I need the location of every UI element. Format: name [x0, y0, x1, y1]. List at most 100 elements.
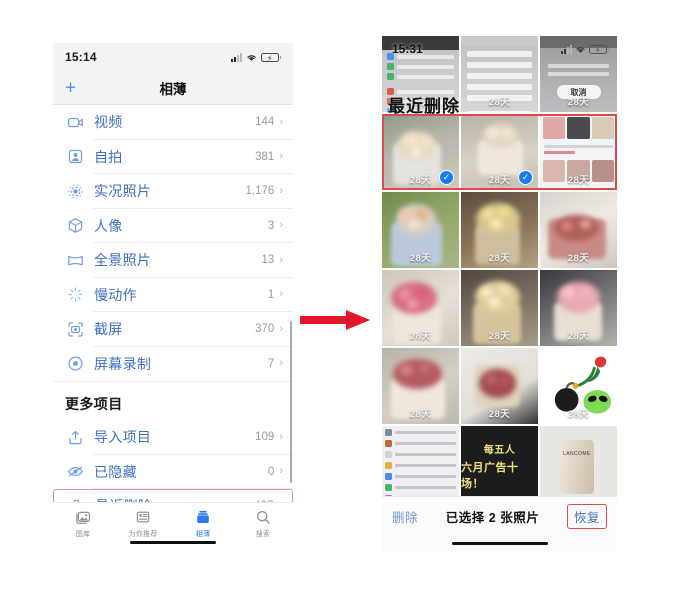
tab-search[interactable]: 搜索 [233, 508, 293, 539]
photo-cell[interactable]: 28天 [382, 192, 459, 268]
recover-button[interactable]: 恢复 [566, 503, 607, 529]
album-row-live-photos[interactable]: 实况照片 1,176 › [53, 174, 293, 209]
search-icon [255, 508, 271, 526]
right-arrow [300, 310, 370, 330]
chevron-right-icon: › [279, 465, 283, 478]
days-remaining-label: 28天 [488, 409, 511, 420]
wifi-icon [575, 45, 586, 54]
cube-portrait-icon [65, 216, 85, 236]
days-remaining-label: 28天 [488, 253, 511, 264]
right-phone-screen: 28天 28天 取消 28天 ✓ 28天 ✓ 28天 28天 28天 28天 2… [382, 36, 617, 552]
days-remaining-label: 28天 [567, 97, 590, 108]
battery-low-power-icon: ⚡ [589, 44, 609, 55]
album-count: 144 [255, 116, 275, 129]
screenshot-icon [65, 319, 85, 339]
status-bar-time: 15:31 [392, 42, 423, 56]
photo-cell[interactable] [382, 426, 459, 502]
right-status-bar: 15:31 ⚡ [382, 36, 617, 62]
tab-label: 图库 [75, 531, 91, 538]
album-label: 慢动作 [94, 286, 137, 303]
photo-cell[interactable]: 28天 [540, 270, 617, 346]
album-row-portrait[interactable]: 人像 3 › [53, 209, 293, 243]
album-label: 视频 [94, 114, 123, 131]
more-row-imported[interactable]: 导入项目 109 › [53, 420, 293, 455]
more-row-hidden[interactable]: 已隐藏 0 › [53, 455, 293, 489]
tab-label: 相薄 [195, 531, 211, 538]
album-row-panorama[interactable]: 全景照片 13 › [53, 243, 293, 278]
photo-cell[interactable]: 28天 [540, 114, 617, 190]
import-icon [65, 427, 85, 447]
delete-button[interactable]: 删除 [392, 507, 418, 526]
photo-cell[interactable]: 28天 [540, 348, 617, 424]
photo-cell[interactable]: 28天 [382, 270, 459, 346]
status-bar-time: 15:14 [65, 50, 97, 64]
album-row-selfies[interactable]: 自拍 381 › [53, 140, 293, 174]
chevron-right-icon: › [279, 150, 283, 163]
selection-count-label: 已选择 2 张照片 [445, 510, 540, 525]
days-remaining-label: 28天 [488, 331, 511, 342]
album-count: 7 [267, 357, 275, 370]
portrait-person-icon [65, 147, 85, 167]
album-row-screen-recording[interactable]: 屏幕录制 7 › [53, 347, 293, 382]
chat-screenshot-thumb [382, 426, 459, 502]
tab-for-you[interactable]: 为你推荐 [113, 508, 173, 539]
page-title: 相薄 [159, 81, 187, 97]
promo-main-text: 每五人 [483, 444, 516, 456]
tab-library[interactable]: 图库 [53, 508, 113, 539]
live-photo-icon [65, 181, 85, 201]
photo-cell-selected[interactable]: ✓ 28天 [382, 114, 459, 190]
tab-albums[interactable]: 相薄 [173, 508, 233, 539]
video-camera-icon [65, 112, 85, 132]
more-count: 109 [255, 431, 275, 444]
album-count: 13 [261, 254, 275, 267]
photo-cell[interactable]: 28天 [461, 270, 538, 346]
days-remaining-label: 28天 [567, 175, 590, 186]
days-remaining-label: 28天 [488, 97, 511, 108]
days-remaining-label: 28天 [567, 331, 590, 342]
photo-cell[interactable]: 28天 [461, 192, 538, 268]
photo-cell-selected[interactable]: ✓ 28天 [461, 114, 538, 190]
album-row-screenshots[interactable]: 截屏 370 › [53, 312, 293, 347]
chevron-right-icon: › [279, 253, 283, 266]
days-remaining-label: 28天 [409, 331, 432, 342]
days-remaining-label: 28天 [488, 175, 511, 186]
album-row-slow-motion[interactable]: 慢动作 1 › [53, 278, 293, 312]
chevron-right-icon: › [279, 219, 283, 232]
album-label: 人像 [94, 217, 123, 234]
album-row-video[interactable]: 视频 144 › [53, 105, 293, 140]
album-count: 370 [255, 323, 275, 336]
promo-sub-text: 六月广告十场！ [461, 461, 519, 490]
days-remaining-label: 28天 [409, 175, 432, 186]
album-label: 全景照片 [94, 252, 152, 269]
more-count: 0 [267, 465, 275, 478]
vertical-scrollbar[interactable] [290, 321, 292, 483]
album-count: 1,176 [245, 185, 275, 198]
album-label: 自拍 [94, 148, 123, 165]
cosmetic-product-photo: LANCOME [540, 426, 617, 502]
tab-label: 为你推荐 [128, 531, 158, 538]
selection-toolbar: 删除 已选择 2 张照片 恢复 [382, 496, 617, 552]
album-label: 屏幕录制 [94, 355, 152, 372]
battery-low-power-icon: ⚡ [261, 52, 281, 63]
slow-motion-icon [65, 285, 85, 305]
panorama-icon [65, 250, 85, 270]
album-count: 3 [267, 219, 275, 232]
chevron-right-icon: › [279, 322, 283, 335]
photo-cell[interactable]: 28天 [540, 192, 617, 268]
photo-cell[interactable]: 28天 [382, 348, 459, 424]
chevron-right-icon: › [279, 115, 283, 128]
photo-cell[interactable]: LANCOME [540, 426, 617, 502]
recently-deleted-title: 最近删除 [388, 97, 460, 116]
chevron-right-icon: › [279, 430, 283, 443]
days-remaining-label: 28天 [409, 253, 432, 264]
left-phone-screen: 15:14 ⚡ + 相薄 视频 144 › 自拍 381 › 实况照片 1,17… [53, 43, 293, 548]
album-label: 实况照片 [94, 183, 152, 200]
photo-cell[interactable]: 每五人 六月广告十场！ [461, 426, 538, 502]
chevron-right-icon: › [279, 288, 283, 301]
screenshot-canvas: 15:14 ⚡ + 相薄 视频 144 › 自拍 381 › 实况照片 1,17… [0, 0, 700, 590]
status-bar-indicators: ⚡ [231, 52, 281, 63]
photos-library-icon [75, 508, 91, 526]
photo-cell[interactable]: 28天 [461, 348, 538, 424]
left-nav-bar: + 相薄 [53, 71, 293, 105]
add-album-button[interactable]: + [65, 78, 76, 97]
